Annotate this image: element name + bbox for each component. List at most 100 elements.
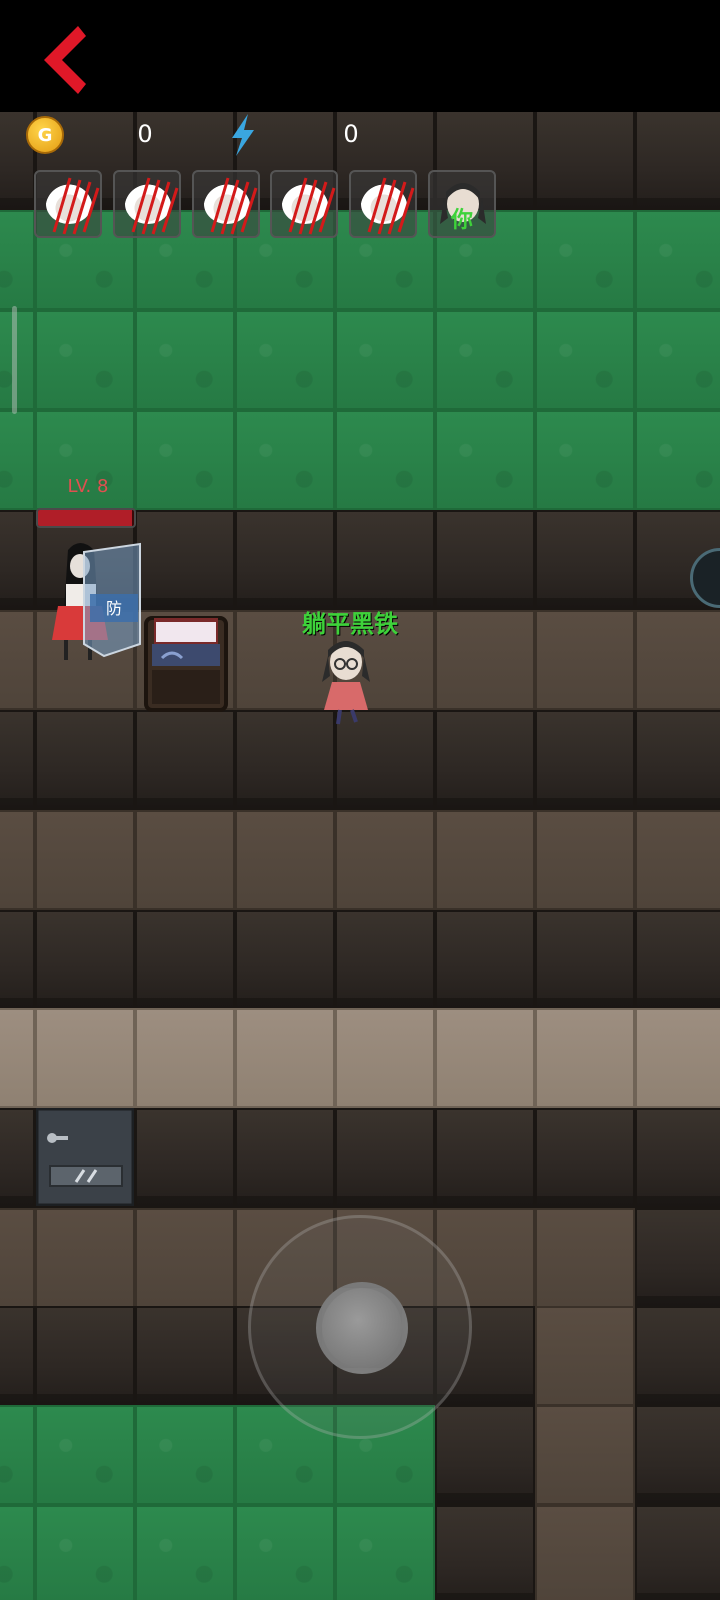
map-row [0, 810, 720, 910]
coin-icon-letter: G [37, 124, 53, 146]
enemy-level: LV. 8 [67, 476, 109, 497]
wall-tile [635, 1208, 720, 1308]
wall-tile [635, 1505, 720, 1600]
grass-tile [135, 1405, 235, 1505]
scratch-mark-icon [52, 177, 100, 235]
shield-label: 防 [106, 599, 122, 618]
game-stage: G 0 0 你 LV. 8 防 躺平黑铁 [0, 0, 720, 1600]
player-slot-self[interactable]: 你 [428, 170, 496, 238]
wall-tile [535, 1405, 635, 1505]
enemy-health-fill [38, 510, 133, 526]
grass-tile [0, 1405, 35, 1505]
grass-tile [0, 1505, 35, 1600]
floor-tile [0, 1208, 35, 1308]
wall-tile [235, 510, 335, 610]
scratch-mark-icon [210, 177, 258, 235]
back-button[interactable] [30, 20, 90, 100]
wall-tile [435, 1405, 535, 1505]
grass-tile [135, 310, 235, 410]
wall-tile [335, 910, 435, 1010]
grass-tile [335, 1505, 435, 1600]
map-row [0, 1008, 720, 1108]
floor-light-tile [0, 1008, 35, 1108]
ghost-enemy-sprite: 防 [52, 542, 141, 660]
wall-tile [135, 1108, 235, 1208]
player-slot-2[interactable] [113, 170, 181, 238]
wall-tile [135, 1306, 235, 1406]
energy-count: 0 [343, 120, 359, 148]
enemy-health-bar [36, 508, 136, 528]
floor-light-tile [335, 1008, 435, 1108]
grass-tile [0, 410, 35, 510]
top-dark-area [0, 0, 720, 112]
floor-tile [35, 810, 135, 910]
floor-light-tile [535, 1008, 635, 1108]
wall-tile [435, 1108, 535, 1208]
wall-tile [135, 910, 235, 1010]
floor-light-tile [35, 1008, 135, 1108]
wall-tile [35, 910, 135, 1010]
wall-tile [535, 1108, 635, 1208]
grass-tile [0, 310, 35, 410]
grass-tile [335, 410, 435, 510]
wall-tile [0, 710, 35, 810]
wall-tile [435, 910, 535, 1010]
floor-light-tile [635, 1008, 720, 1108]
wall-tile [635, 1108, 720, 1208]
floor-tile [0, 610, 35, 710]
wall-tile [435, 510, 535, 610]
floor-tile [0, 810, 35, 910]
grass-tile [35, 310, 135, 410]
wall-tile [635, 1405, 720, 1505]
wall-tile [435, 710, 535, 810]
wall-tile [0, 910, 35, 1010]
player-slot-5[interactable] [349, 170, 417, 238]
grass-tile [35, 1405, 135, 1505]
grass-tile [535, 210, 635, 310]
floor-light-tile [135, 1008, 235, 1108]
joystick-knob[interactable] [316, 1282, 408, 1374]
wall-tile [535, 1208, 635, 1308]
grass-tile [335, 310, 435, 410]
grass-tile [235, 310, 335, 410]
floor-tile [135, 1208, 235, 1308]
grass-tile [135, 410, 235, 510]
grass-tile [435, 310, 535, 410]
floor-tile [235, 810, 335, 910]
arcade-cabinet-sprite[interactable] [142, 614, 230, 714]
wall-tile [335, 510, 435, 610]
wall-tile [635, 710, 720, 810]
grass-tile [535, 410, 635, 510]
locker-door[interactable] [36, 1108, 134, 1206]
player-character-sprite [322, 641, 370, 725]
map-row [0, 910, 720, 1010]
wall-tile [135, 510, 235, 610]
floor-tile [135, 810, 235, 910]
grass-tile [635, 410, 720, 510]
chevron-left-icon [44, 26, 86, 94]
wall-tile [535, 1306, 635, 1406]
floor-light-tile [435, 1008, 535, 1108]
floor-tile [335, 810, 435, 910]
wall-tile [135, 710, 235, 810]
player-slot-3[interactable] [192, 170, 260, 238]
wall-tile [0, 1108, 35, 1208]
coin-icon: G [26, 116, 64, 154]
side-scroll-indicator [12, 306, 17, 414]
grass-tile [535, 310, 635, 410]
coin-count: 0 [137, 120, 153, 148]
lightning-icon [232, 114, 254, 156]
self-label: 你 [450, 208, 473, 233]
grass-tile [235, 410, 335, 510]
map-row [0, 310, 720, 410]
wall-tile [535, 1505, 635, 1600]
grass-tile [235, 1505, 335, 1600]
wall-tile [635, 910, 720, 1010]
player-slot-1[interactable] [34, 170, 102, 238]
wall-tile [35, 710, 135, 810]
wall-tile [535, 710, 635, 810]
wall-tile [0, 510, 35, 610]
wall-tile [235, 1108, 335, 1208]
player-slot-4[interactable] [270, 170, 338, 238]
wall-tile [535, 910, 635, 1010]
